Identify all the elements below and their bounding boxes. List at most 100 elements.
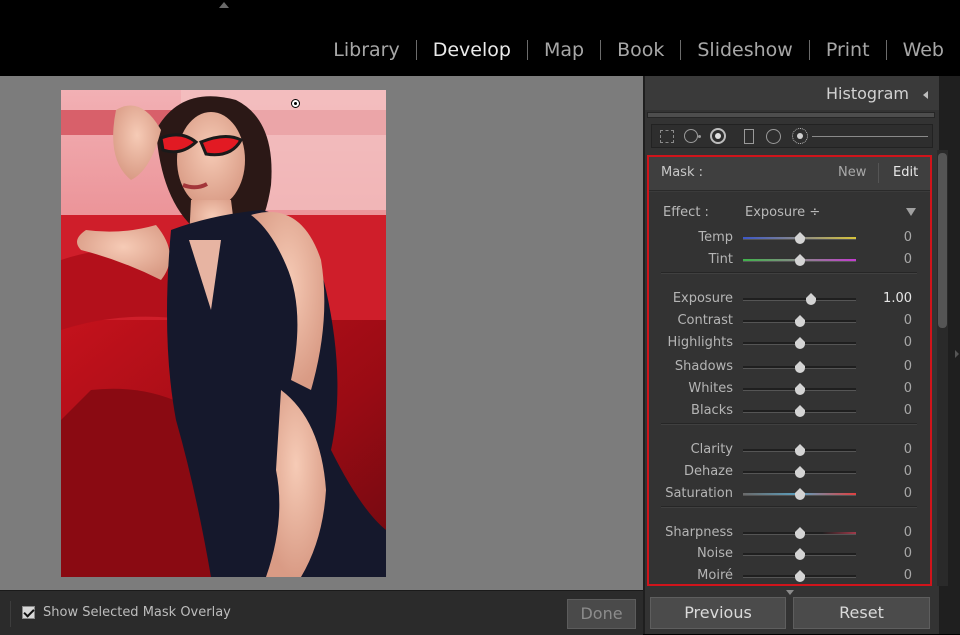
slider-row-shadows: Shadows 0 bbox=[649, 357, 930, 377]
exposure-label: Exposure bbox=[672, 291, 733, 306]
dehaze-slider-thumb[interactable] bbox=[794, 466, 805, 478]
module-library[interactable]: Library bbox=[317, 36, 415, 64]
show-mask-overlay-checkbox[interactable] bbox=[22, 606, 35, 619]
show-mask-overlay-label[interactable]: Show Selected Mask Overlay bbox=[43, 605, 231, 620]
blacks-value[interactable]: 0 bbox=[904, 403, 912, 418]
tool-strip bbox=[651, 124, 933, 148]
previous-button[interactable]: Previous bbox=[650, 597, 786, 629]
top-bar: Library Develop Map Book Slideshow Print Web bbox=[0, 0, 960, 76]
noise-label: Noise bbox=[696, 546, 733, 561]
saturation-label: Saturation bbox=[665, 486, 733, 501]
moire-label: Moiré bbox=[697, 568, 733, 583]
module-slideshow[interactable]: Slideshow bbox=[681, 36, 808, 64]
slider-row-temp: Temp 0 bbox=[649, 228, 930, 248]
blacks-slider-thumb[interactable] bbox=[794, 405, 805, 417]
whites-label: Whites bbox=[688, 381, 733, 396]
slider-group-divider bbox=[661, 506, 917, 508]
highlights-slider-thumb[interactable] bbox=[794, 337, 805, 349]
done-button[interactable]: Done bbox=[567, 599, 636, 629]
shadows-slider-thumb[interactable] bbox=[794, 361, 805, 373]
saturation-slider-thumb[interactable] bbox=[794, 488, 805, 500]
clarity-value[interactable]: 0 bbox=[904, 442, 912, 457]
clarity-slider-thumb[interactable] bbox=[794, 444, 805, 456]
module-print[interactable]: Print bbox=[810, 36, 886, 64]
slider-row-dehaze: Dehaze 0 bbox=[649, 462, 930, 482]
collapse-histogram-icon[interactable] bbox=[923, 91, 928, 99]
effect-preset-select[interactable]: Exposure ÷ bbox=[745, 205, 820, 220]
contrast-label: Contrast bbox=[677, 313, 733, 328]
mask-panel: Mask : New Edit Effect : Exposure ÷ Temp… bbox=[647, 155, 932, 586]
mask-label: Mask : bbox=[661, 165, 703, 180]
contrast-slider-thumb[interactable] bbox=[794, 315, 805, 327]
collapse-bottom-panel-icon[interactable] bbox=[786, 590, 794, 595]
whites-value[interactable]: 0 bbox=[904, 381, 912, 396]
exposure-value[interactable]: 1.00 bbox=[883, 291, 912, 306]
slider-row-moire: Moiré 0 bbox=[649, 566, 930, 584]
effect-collapse-icon[interactable] bbox=[906, 208, 916, 216]
saturation-value[interactable]: 0 bbox=[904, 486, 912, 501]
red-eye-icon[interactable] bbox=[710, 128, 726, 144]
noise-value[interactable]: 0 bbox=[904, 546, 912, 561]
moire-slider-thumb[interactable] bbox=[794, 570, 805, 582]
tint-slider-thumb[interactable] bbox=[794, 254, 805, 266]
slider-group-divider bbox=[661, 272, 917, 274]
mask-pin-icon[interactable] bbox=[291, 99, 300, 108]
slider-group-divider bbox=[661, 423, 917, 425]
sharpness-value[interactable]: 0 bbox=[904, 525, 912, 540]
image-canvas[interactable] bbox=[0, 76, 643, 590]
dehaze-value[interactable]: 0 bbox=[904, 464, 912, 479]
spot-removal-dot-icon bbox=[698, 135, 701, 138]
noise-slider-thumb[interactable] bbox=[794, 548, 805, 560]
photo-preview[interactable] bbox=[61, 90, 386, 577]
module-book[interactable]: Book bbox=[601, 36, 680, 64]
exposure-slider[interactable] bbox=[743, 298, 856, 301]
slider-row-highlights: Highlights 0 bbox=[649, 333, 930, 353]
moire-value[interactable]: 0 bbox=[904, 568, 912, 583]
slider-row-clarity: Clarity 0 bbox=[649, 440, 930, 460]
slider-row-blacks: Blacks 0 bbox=[649, 401, 930, 421]
adjustment-brush-icon[interactable] bbox=[792, 128, 808, 144]
mask-new-button[interactable]: New bbox=[838, 165, 866, 180]
reset-button[interactable]: Reset bbox=[793, 597, 930, 629]
tint-label: Tint bbox=[708, 252, 734, 267]
effect-label: Effect : bbox=[663, 205, 709, 220]
slider-row-sharpness: Sharpness 0 bbox=[649, 523, 930, 543]
contrast-value[interactable]: 0 bbox=[904, 313, 912, 328]
histogram-title: Histogram bbox=[826, 84, 909, 103]
toolbar-divider bbox=[10, 601, 11, 627]
expand-right-panel-icon[interactable] bbox=[955, 350, 959, 358]
module-picker: Library Develop Map Book Slideshow Print Web bbox=[317, 36, 960, 64]
sharpness-slider-thumb[interactable] bbox=[794, 527, 805, 539]
shadows-value[interactable]: 0 bbox=[904, 359, 912, 374]
collapse-top-panel-icon[interactable] bbox=[219, 2, 229, 8]
slider-row-exposure: Exposure 1.00 bbox=[649, 289, 930, 309]
radial-filter-icon[interactable] bbox=[766, 129, 781, 144]
temp-value[interactable]: 0 bbox=[904, 230, 912, 245]
whites-slider-thumb[interactable] bbox=[794, 383, 805, 395]
module-map[interactable]: Map bbox=[528, 36, 600, 64]
slider-row-tint: Tint 0 bbox=[649, 250, 930, 270]
exposure-slider-thumb[interactable] bbox=[805, 293, 816, 305]
histogram-strip bbox=[647, 112, 935, 118]
highlights-value[interactable]: 0 bbox=[904, 335, 912, 350]
sharpness-label: Sharpness bbox=[665, 525, 733, 540]
module-develop[interactable]: Develop bbox=[417, 36, 527, 64]
clarity-label: Clarity bbox=[690, 442, 733, 457]
highlights-label: Highlights bbox=[667, 335, 733, 350]
mask-edit-button[interactable]: Edit bbox=[893, 165, 918, 180]
shadows-label: Shadows bbox=[674, 359, 733, 374]
slider-row-saturation: Saturation 0 bbox=[649, 484, 930, 504]
slider-row-noise: Noise 0 bbox=[649, 544, 930, 564]
graduated-filter-icon[interactable] bbox=[744, 129, 754, 144]
tool-size-slider[interactable] bbox=[812, 136, 928, 137]
module-web[interactable]: Web bbox=[887, 36, 960, 64]
temp-label: Temp bbox=[698, 230, 733, 245]
blacks-label: Blacks bbox=[691, 403, 733, 418]
crop-overlay-icon[interactable] bbox=[660, 130, 674, 143]
histogram-header[interactable]: Histogram bbox=[645, 76, 939, 110]
tint-value[interactable]: 0 bbox=[904, 252, 912, 267]
dehaze-label: Dehaze bbox=[683, 464, 733, 479]
panel-scrollbar[interactable] bbox=[938, 153, 947, 328]
spot-removal-icon[interactable] bbox=[684, 129, 698, 143]
temp-slider-thumb[interactable] bbox=[794, 232, 805, 244]
